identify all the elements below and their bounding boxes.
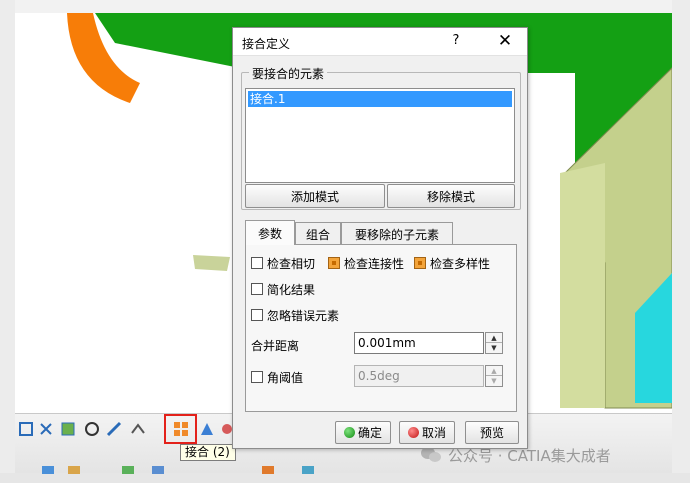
- remove-mode-button[interactable]: 移除模式: [387, 184, 515, 208]
- elements-list[interactable]: 接合.1: [245, 88, 515, 183]
- angular-threshold-spinner[interactable]: ▲ ▼: [485, 365, 503, 387]
- olive-shard: [193, 255, 230, 271]
- cancel-label: 取消: [421, 426, 446, 440]
- tab-combination[interactable]: 组合: [295, 222, 341, 245]
- untrim-icon[interactable]: [60, 421, 76, 437]
- check-tangency-label: 检查相切: [267, 257, 316, 271]
- ignore-erroneous-checkbox[interactable]: [251, 309, 263, 321]
- merge-distance-label: 合并距离: [251, 339, 300, 353]
- angular-threshold-input[interactable]: 0.5deg: [354, 365, 484, 387]
- dialog-title: 接合定义: [242, 37, 291, 51]
- toolbar-row2-icon-3[interactable]: [120, 464, 136, 476]
- toolbar-row2-icon-6[interactable]: [300, 464, 316, 476]
- angular-threshold-label: 角阈值: [267, 371, 304, 385]
- spin-down-icon[interactable]: ▼: [486, 343, 502, 353]
- trim-icon[interactable]: [130, 421, 146, 437]
- frame-bottom: [0, 473, 690, 483]
- dialog-titlebar[interactable]: 接合定义 ? ✕: [233, 28, 527, 56]
- split-icon[interactable]: [106, 421, 122, 437]
- cancel-button[interactable]: 取消: [399, 421, 455, 444]
- ok-button[interactable]: 确定: [335, 421, 391, 444]
- healing-icon[interactable]: [38, 421, 54, 437]
- toolbar-row2-icon-4[interactable]: [150, 464, 166, 476]
- add-mode-button[interactable]: 添加模式: [245, 184, 385, 208]
- toolbar-row2-icon-1[interactable]: [40, 464, 56, 476]
- tab-parameters[interactable]: 参数: [245, 220, 295, 245]
- spin-up-icon[interactable]: ▲: [486, 333, 502, 343]
- help-button[interactable]: ?: [448, 33, 464, 51]
- boundary-icon[interactable]: [199, 421, 215, 437]
- check-connectivity-label: 检查连接性: [344, 257, 405, 271]
- parameters-panel: 检查相切 检查连接性 检查多样性 简化结果 忽略错误元素 合并距离 0.001m…: [245, 244, 517, 412]
- merge-distance-input[interactable]: 0.001mm: [354, 332, 484, 354]
- join-definition-dialog: 接合定义 ? ✕ 要接合的元素 接合.1 添加模式 移除模式 参数 组合 要移除…: [232, 27, 528, 449]
- frame-left: [0, 0, 15, 483]
- ok-label: 确定: [357, 426, 382, 440]
- olive-side: [560, 163, 605, 408]
- frame-right: [672, 0, 690, 483]
- close-button[interactable]: ✕: [495, 31, 515, 51]
- simplify-result-checkbox[interactable]: [251, 283, 263, 295]
- ignore-erroneous-label: 忽略错误元素: [267, 309, 340, 323]
- merge-distance-spinner[interactable]: ▲ ▼: [485, 332, 503, 354]
- ok-icon: [343, 427, 355, 438]
- elements-group-label: 要接合的元素: [249, 65, 328, 82]
- join-tooltip: 接合 (2): [180, 444, 236, 461]
- cancel-icon: [407, 427, 419, 438]
- spin-down-icon[interactable]: ▼: [486, 376, 502, 386]
- disassemble-icon[interactable]: [84, 421, 100, 437]
- frame-top: [0, 0, 690, 13]
- angular-threshold-checkbox[interactable]: [251, 371, 263, 383]
- spin-up-icon[interactable]: ▲: [486, 366, 502, 376]
- check-connectivity-checkbox[interactable]: [328, 257, 340, 269]
- check-tangency-checkbox[interactable]: [251, 257, 263, 269]
- check-manifold-label: 检查多样性: [430, 257, 491, 271]
- preview-button[interactable]: 预览: [465, 421, 519, 444]
- tab-sub-elements-to-remove[interactable]: 要移除的子元素: [341, 222, 453, 245]
- check-manifold-checkbox[interactable]: [414, 257, 426, 269]
- simplify-result-label: 简化结果: [267, 283, 316, 297]
- join-surface-icon[interactable]: [18, 421, 34, 437]
- toolbar-row2-icon-2[interactable]: [66, 464, 82, 476]
- list-item[interactable]: 接合.1: [248, 91, 512, 107]
- join-icon-highlight: [164, 414, 197, 444]
- toolbar-row2-icon-5[interactable]: [260, 464, 276, 476]
